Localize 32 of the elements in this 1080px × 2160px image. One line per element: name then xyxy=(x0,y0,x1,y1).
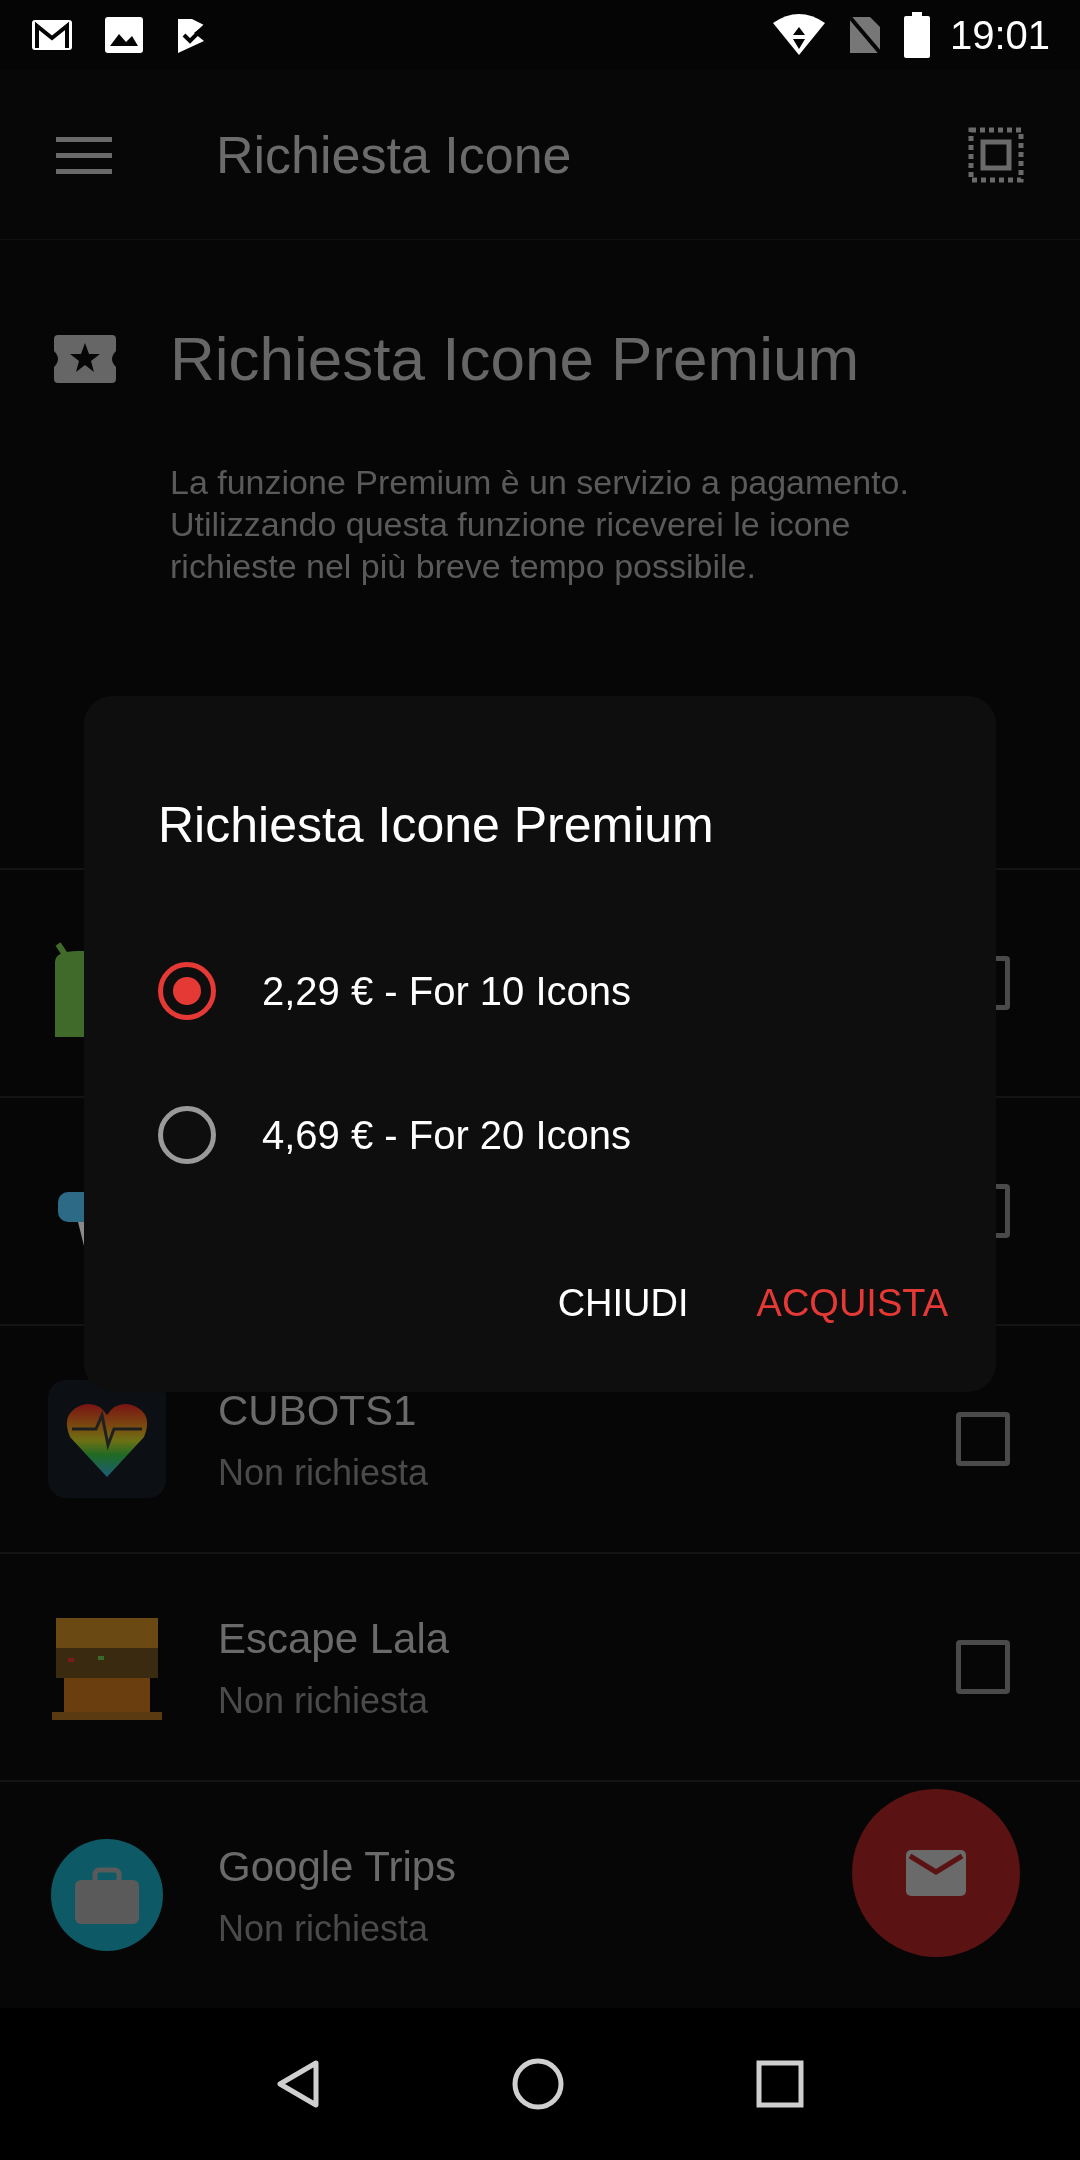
request-status: Non richiesta xyxy=(218,1678,429,1723)
ticket-star-icon xyxy=(54,334,116,383)
status-time: 19:01 xyxy=(949,12,1050,59)
premium-description: La funzione Premium è un servizio a pagamento. Utilizzando questa funzione riceverei le icone richieste nel più breve tempo possibile. xyxy=(170,462,910,587)
premium-title: Richiesta Icone Premium xyxy=(170,323,860,395)
app-name: Google Trips xyxy=(218,1841,457,1892)
price-option[interactable]: 2,29 € - For 10 Icons xyxy=(158,919,922,1063)
home-icon[interactable] xyxy=(512,2058,564,2110)
battery-icon xyxy=(903,12,930,58)
price-option[interactable]: 4,69 € - For 20 Icons xyxy=(158,1063,922,1207)
radio-button[interactable] xyxy=(158,962,216,1020)
menu-icon[interactable] xyxy=(56,134,112,175)
suitcase-icon xyxy=(48,1836,166,1954)
app-checkbox[interactable] xyxy=(956,1640,1010,1694)
app-bar-title: Richiesta Icone xyxy=(216,124,572,186)
wifi-icon xyxy=(771,13,826,57)
recents-icon[interactable] xyxy=(756,2060,804,2108)
request-status: Non richiesta xyxy=(218,1906,429,1951)
app-name: Escape Lala xyxy=(218,1613,450,1664)
image-icon xyxy=(104,16,144,54)
app-checkbox[interactable] xyxy=(956,1412,1010,1466)
mail-icon xyxy=(906,1850,966,1896)
radio-button[interactable] xyxy=(158,1106,216,1164)
select-all-icon[interactable] xyxy=(968,126,1024,183)
option-label: 2,29 € - For 10 Icons xyxy=(262,968,632,1015)
request-status: Non richiesta xyxy=(218,1450,429,1495)
app-row[interactable]: Escape Lala Non richiesta xyxy=(0,1552,1080,1780)
app-name: CUBOTS1 xyxy=(218,1385,417,1436)
dialog-title: Richiesta Icone Premium xyxy=(158,796,715,855)
option-label: 4,69 € - For 20 Icons xyxy=(262,1112,632,1159)
mail-icon xyxy=(30,18,74,52)
back-icon[interactable] xyxy=(276,2059,320,2109)
